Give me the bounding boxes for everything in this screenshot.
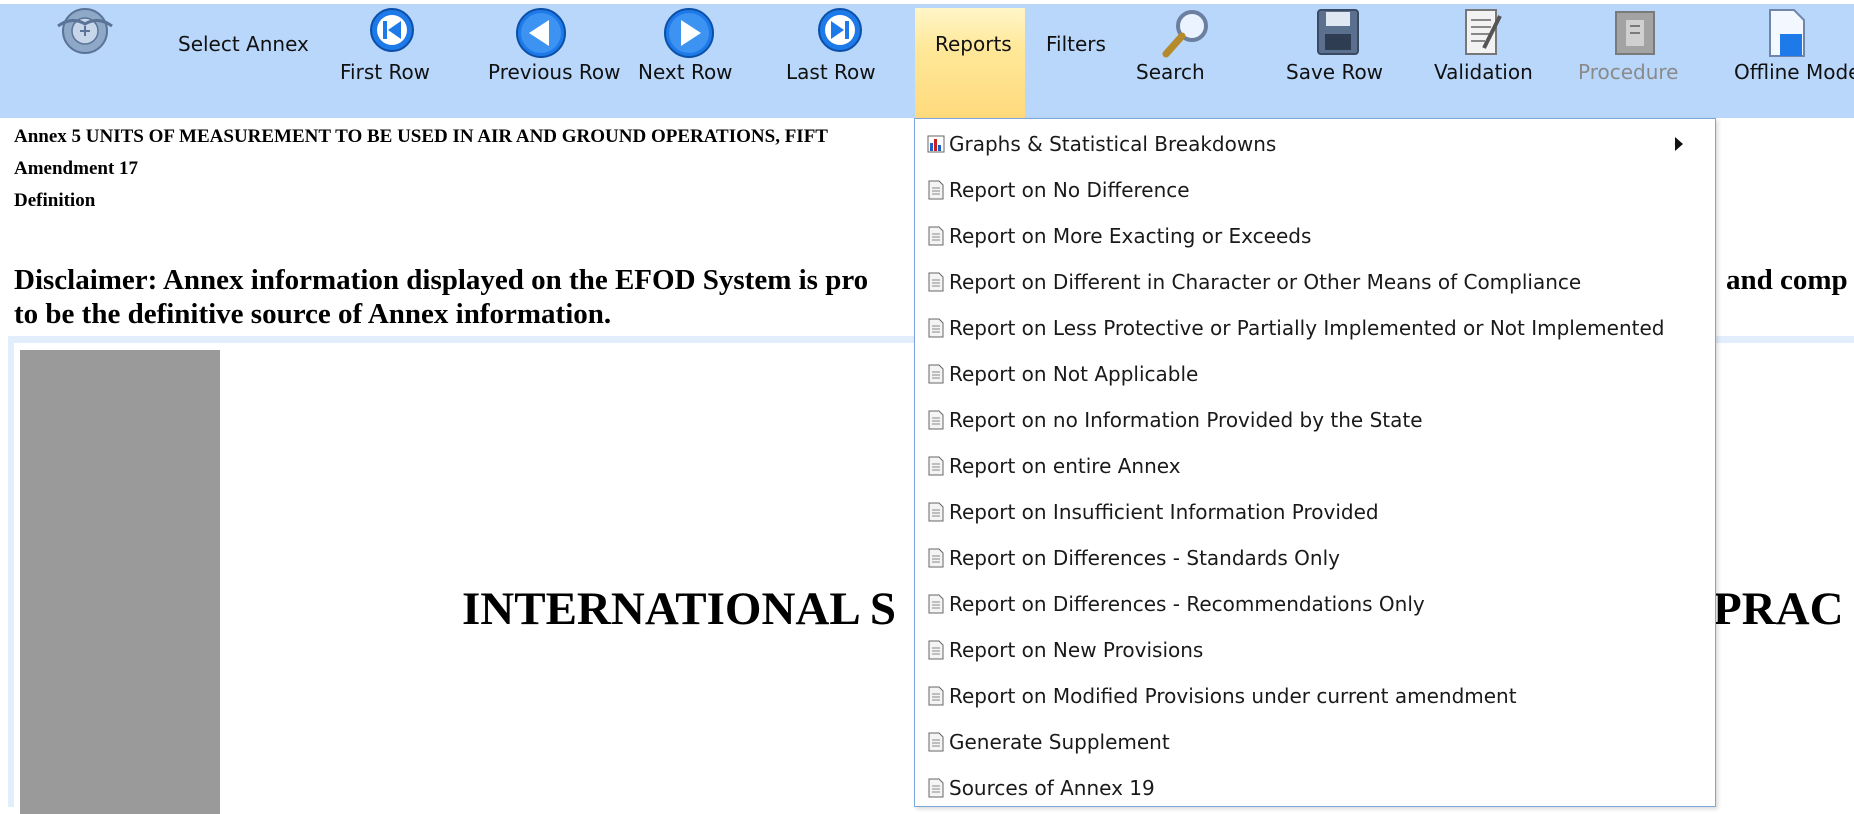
menu-item-label: Report on No Difference xyxy=(949,178,1190,202)
document-icon xyxy=(928,502,944,522)
menu-item-new-provisions[interactable]: Report on New Provisions xyxy=(927,633,1707,667)
menu-item-label: Sources of Annex 19 xyxy=(949,776,1155,800)
menu-item-label: Report on Differences - Recommendations … xyxy=(949,592,1425,616)
menu-item-entire-annex[interactable]: Report on entire Annex xyxy=(927,449,1707,483)
section-label: Definition xyxy=(14,190,96,211)
menu-item-label: Report on entire Annex xyxy=(949,454,1181,478)
document-icon xyxy=(928,180,944,200)
menu-item-insufficient-information[interactable]: Report on Insufficient Information Provi… xyxy=(927,495,1707,529)
document-icon xyxy=(928,272,944,292)
first-row-icon xyxy=(370,8,414,52)
menu-item-no-information[interactable]: Report on no Information Provided by the… xyxy=(927,403,1707,437)
page-title-right: PRAC xyxy=(1713,583,1844,635)
validation-label: Validation xyxy=(1434,60,1533,84)
disclaimer-line2-text: to be the definitive source of Annex inf… xyxy=(14,298,612,330)
document-icon xyxy=(928,732,944,752)
last-row-icon xyxy=(818,8,862,52)
reports-menu: Graphs & Statistical Breakdowns Report o… xyxy=(914,118,1716,807)
menu-item-label: Report on Differences - Standards Only xyxy=(949,546,1340,570)
next-row-label: Next Row xyxy=(638,60,733,84)
document-icon xyxy=(928,778,944,798)
reports-tab[interactable]: Reports xyxy=(915,8,1025,122)
document-icon xyxy=(928,226,944,246)
menu-item-recommendations-only[interactable]: Report on Differences - Recommendations … xyxy=(927,587,1707,621)
filters-tab[interactable]: Filters xyxy=(1046,32,1106,56)
document-icon xyxy=(928,686,944,706)
menu-item-label: Report on Different in Character or Othe… xyxy=(949,270,1582,294)
menu-item-different-in-character[interactable]: Report on Different in Character or Othe… xyxy=(927,265,1707,299)
procedure-icon xyxy=(1615,11,1655,55)
document-sidebar xyxy=(20,350,220,814)
document-icon xyxy=(928,318,944,338)
previous-row-label: Previous Row xyxy=(488,60,621,84)
menu-item-label: Report on Insufficient Information Provi… xyxy=(949,500,1379,524)
menu-item-label: Report on Modified Provisions under curr… xyxy=(949,684,1517,708)
search-icon xyxy=(1162,10,1208,58)
document-icon xyxy=(928,410,944,430)
menu-item-sources-of-annex[interactable]: Sources of Annex 19 xyxy=(927,771,1707,805)
disclaimer-line1-left: Disclaimer: Annex information displayed … xyxy=(14,264,869,296)
menu-item-modified-provisions[interactable]: Report on Modified Provisions under curr… xyxy=(927,679,1707,713)
document-icon xyxy=(928,640,944,660)
icao-logo xyxy=(57,8,113,54)
filters-label: Filters xyxy=(1046,32,1106,56)
menu-item-label: Report on no Information Provided by the… xyxy=(949,408,1423,432)
document-icon xyxy=(928,548,944,568)
menu-item-label: Report on More Exacting or Exceeds xyxy=(949,224,1312,248)
next-row-icon xyxy=(664,8,714,58)
annex-title: Annex 5 UNITS OF MEASUREMENT TO BE USED … xyxy=(14,126,828,147)
menu-item-label: Report on Not Applicable xyxy=(949,362,1199,386)
menu-item-generate-supplement[interactable]: Generate Supplement xyxy=(927,725,1707,759)
offline-mode-label: Offline Mode xyxy=(1734,60,1854,84)
last-row-label: Last Row xyxy=(786,60,876,84)
chart-icon xyxy=(927,135,945,153)
submenu-arrow-icon xyxy=(1675,137,1683,151)
previous-row-icon xyxy=(516,8,566,58)
menu-item-label: Generate Supplement xyxy=(949,730,1170,754)
save-icon xyxy=(1317,9,1359,55)
select-annex-label: Select Annex xyxy=(178,32,309,56)
page-title-left: INTERNATIONAL S xyxy=(462,583,896,635)
document-icon xyxy=(928,594,944,614)
menu-item-label: Report on New Provisions xyxy=(949,638,1204,662)
save-row-label: Save Row xyxy=(1286,60,1384,84)
disclaimer-right: and comp xyxy=(1726,264,1854,297)
menu-item-not-applicable[interactable]: Report on Not Applicable xyxy=(927,357,1707,391)
menu-item-no-difference[interactable]: Report on No Difference xyxy=(927,173,1707,207)
amendment-label: Amendment 17 xyxy=(14,158,139,179)
menu-item-more-exacting[interactable]: Report on More Exacting or Exceeds xyxy=(927,219,1707,253)
document-icon xyxy=(928,456,944,476)
toolbar: Select Annex First Row Previous Row Next… xyxy=(0,0,1854,122)
procedure-label: Procedure xyxy=(1578,60,1679,84)
disclaimer-line1-right: and comp xyxy=(1726,264,1848,296)
first-row-label: First Row xyxy=(340,60,431,84)
menu-item-graphs[interactable]: Graphs & Statistical Breakdowns xyxy=(927,127,1707,161)
menu-item-standards-only[interactable]: Report on Differences - Standards Only xyxy=(927,541,1707,575)
menu-item-label: Graphs & Statistical Breakdowns xyxy=(949,132,1277,156)
reports-label: Reports xyxy=(935,32,1012,56)
validation-icon xyxy=(1465,9,1502,55)
menu-item-label: Report on Less Protective or Partially I… xyxy=(949,316,1665,340)
select-annex-button[interactable]: Select Annex xyxy=(178,32,309,56)
offline-mode-icon xyxy=(1769,9,1805,57)
document-icon xyxy=(928,364,944,384)
menu-item-less-protective[interactable]: Report on Less Protective or Partially I… xyxy=(927,311,1707,345)
search-label: Search xyxy=(1136,60,1205,84)
